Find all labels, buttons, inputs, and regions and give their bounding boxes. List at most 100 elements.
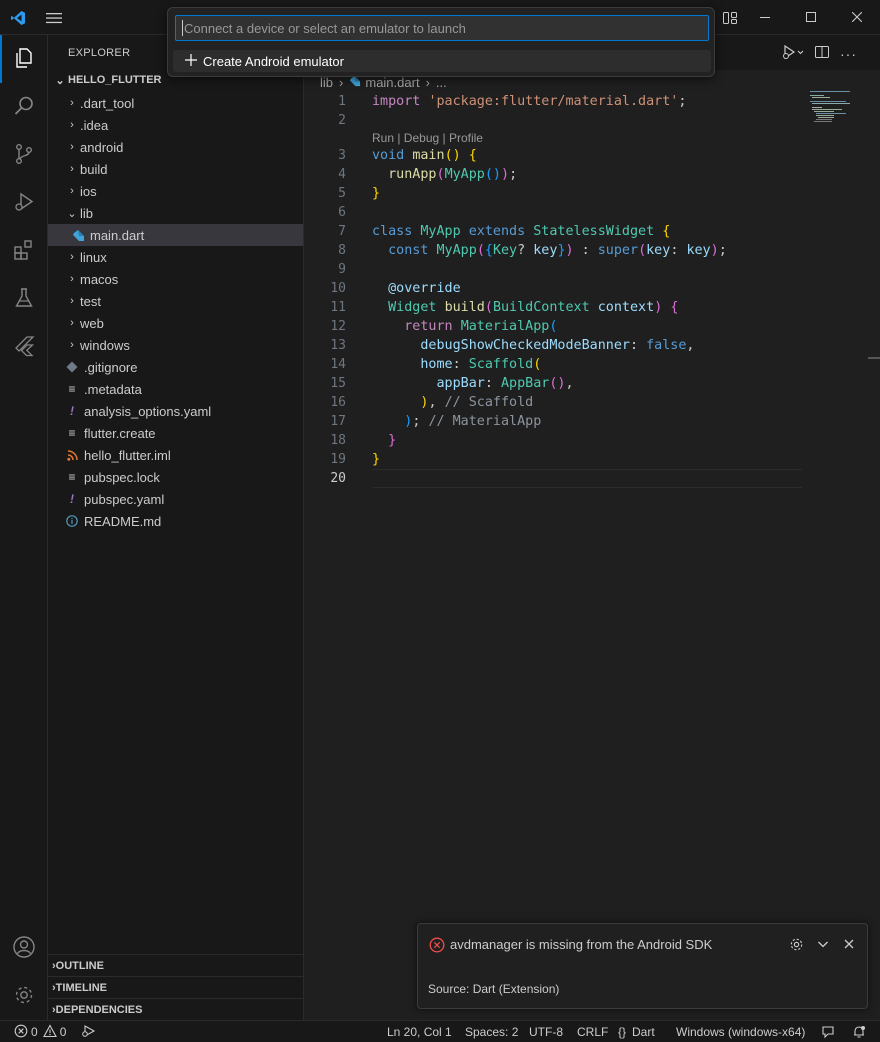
- indentation[interactable]: Spaces: 2: [465, 1021, 518, 1042]
- scrollbar-thumb[interactable]: [868, 357, 880, 359]
- layout-icon[interactable]: [718, 0, 742, 35]
- plus-icon: [185, 53, 197, 69]
- tree-item-build[interactable]: › build: [48, 158, 303, 180]
- panel-outline[interactable]: › OUTLINE: [48, 954, 303, 976]
- line-number: 1: [338, 94, 346, 109]
- activity-explorer[interactable]: [0, 35, 48, 83]
- dart-file-icon: [70, 229, 86, 242]
- activity-run-debug[interactable]: [0, 179, 48, 227]
- more-actions-icon[interactable]: ···: [840, 46, 857, 62]
- line-number: 5: [338, 186, 346, 201]
- account-icon: [12, 935, 36, 962]
- activity-account[interactable]: [0, 924, 48, 972]
- tree-item-label: web: [80, 315, 104, 331]
- tree-item-analysis-options[interactable]: ! analysis_options.yaml: [48, 400, 303, 422]
- tree-item-metadata[interactable]: ≡ .metadata: [48, 378, 303, 400]
- cursor-position[interactable]: Ln 20, Col 1: [387, 1021, 452, 1042]
- chevron-right-icon: ›: [70, 97, 74, 109]
- extensions-icon: [12, 238, 36, 265]
- error-icon: [429, 937, 445, 956]
- menu-icon[interactable]: [44, 0, 64, 35]
- tree-item-macos[interactable]: › macos: [48, 268, 303, 290]
- create-android-emulator-item[interactable]: Create Android emulator: [173, 50, 711, 72]
- maximize-button[interactable]: [788, 0, 834, 35]
- activity-search[interactable]: [0, 83, 48, 131]
- lines-file-icon: ≡: [68, 426, 76, 440]
- code-line: 5 }: [304, 184, 804, 203]
- run-debug-dropdown-icon[interactable]: [782, 44, 804, 63]
- yaml-file-icon: !: [70, 404, 74, 418]
- workspace-root-label: HELLO_FLUTTER: [68, 74, 162, 86]
- panel-timeline-label: TIMELINE: [55, 981, 108, 994]
- tree-item-gitignore[interactable]: .gitignore: [48, 356, 303, 378]
- tree-item-android[interactable]: › android: [48, 136, 303, 158]
- tree-item-label: macos: [80, 271, 119, 287]
- rss-file-icon: [64, 449, 80, 461]
- minimap[interactable]: [810, 91, 870, 131]
- tree-item-pubspec-yaml[interactable]: ! pubspec.yaml: [48, 488, 303, 510]
- activity-flutter[interactable]: [0, 323, 48, 371]
- panel-timeline[interactable]: › TIMELINE: [48, 976, 303, 998]
- maximize-icon: [806, 10, 816, 25]
- collapse-chevron-icon[interactable]: [816, 937, 830, 954]
- tree-item-label: README.md: [84, 513, 162, 529]
- tree-item-label: analysis_options.yaml: [84, 403, 212, 419]
- tree-item-linux[interactable]: › linux: [48, 246, 303, 268]
- panel-dependencies[interactable]: › DEPENDENCIES: [48, 998, 303, 1020]
- code-line: 1 import 'package:flutter/material.dart'…: [304, 92, 804, 111]
- tree-item-main-dart[interactable]: main.dart: [48, 224, 303, 246]
- code-line: 4 runApp(MyApp());: [304, 165, 804, 184]
- tree-item-windows[interactable]: › windows: [48, 334, 303, 356]
- feedback-icon[interactable]: [821, 1021, 835, 1042]
- line-number: 9: [338, 262, 346, 277]
- tree-item-idea[interactable]: › .idea: [48, 114, 303, 136]
- activity-testing[interactable]: [0, 275, 48, 323]
- tree-item-web[interactable]: › web: [48, 312, 303, 334]
- line-number: 2: [338, 113, 346, 128]
- encoding[interactable]: UTF-8: [529, 1021, 563, 1042]
- tree-item-readme[interactable]: README.md: [48, 510, 303, 532]
- chevron-right-icon: ›: [70, 185, 74, 197]
- split-editor-icon[interactable]: [814, 44, 830, 63]
- code-line: 19 }: [304, 450, 804, 469]
- tree-item-lib[interactable]: ⌄ lib: [48, 202, 303, 224]
- code-line: 12 return MaterialApp(: [304, 317, 804, 336]
- language-mode[interactable]: {} Dart: [618, 1021, 655, 1042]
- close-window-button[interactable]: [834, 0, 880, 35]
- code-line: 11 Widget build(BuildContext context) {: [304, 298, 804, 317]
- line-number: 13: [330, 338, 346, 353]
- tree-item-hello-flutter-iml[interactable]: hello_flutter.iml: [48, 444, 303, 466]
- code-line: 3 void main() {: [304, 146, 804, 165]
- codelens-run-debug-profile[interactable]: Run | Debug | Profile: [372, 131, 483, 145]
- info-file-icon: [64, 515, 80, 527]
- tree-item-pubspec-lock[interactable]: ≡ pubspec.lock: [48, 466, 303, 488]
- tree-item-label: hello_flutter.iml: [84, 447, 171, 463]
- tree-item-ios[interactable]: › ios: [48, 180, 303, 202]
- problems-indicator[interactable]: 0 0: [14, 1021, 66, 1042]
- tree-item-flutter-create[interactable]: ≡ flutter.create: [48, 422, 303, 444]
- activity-manage[interactable]: [0, 972, 48, 1020]
- settings-gear-icon[interactable]: [789, 937, 804, 955]
- error-count: 0: [31, 1025, 38, 1039]
- minimize-button[interactable]: [742, 0, 788, 35]
- activity-extensions[interactable]: [0, 227, 48, 275]
- language-label: Dart: [632, 1025, 655, 1039]
- activity-source-control[interactable]: [0, 131, 48, 179]
- flutter-device[interactable]: Windows (windows-x64): [676, 1021, 805, 1042]
- tree-item-test[interactable]: › test: [48, 290, 303, 312]
- notifications-bell-icon[interactable]: [852, 1021, 866, 1042]
- tree-item-dart-tool[interactable]: › .dart_tool: [48, 92, 303, 114]
- line-endings[interactable]: CRLF: [577, 1021, 608, 1042]
- chevron-right-icon: ›: [70, 141, 74, 153]
- device-search-input[interactable]: Connect a device or select an emulator t…: [175, 15, 709, 41]
- sidebar-title: EXPLORER: [68, 47, 131, 59]
- line-number: 18: [330, 433, 346, 448]
- chevron-down-icon: ⌄: [67, 207, 77, 220]
- close-icon[interactable]: [842, 937, 856, 954]
- editor-area: ··· lib › main.dart › ... 1 import 'pack…: [304, 35, 880, 1020]
- panel-outline-label: OUTLINE: [55, 959, 104, 972]
- debug-status[interactable]: [80, 1021, 96, 1042]
- line-number: 4: [338, 167, 346, 182]
- search-icon: [12, 94, 36, 121]
- run-debug-icon: [12, 190, 36, 217]
